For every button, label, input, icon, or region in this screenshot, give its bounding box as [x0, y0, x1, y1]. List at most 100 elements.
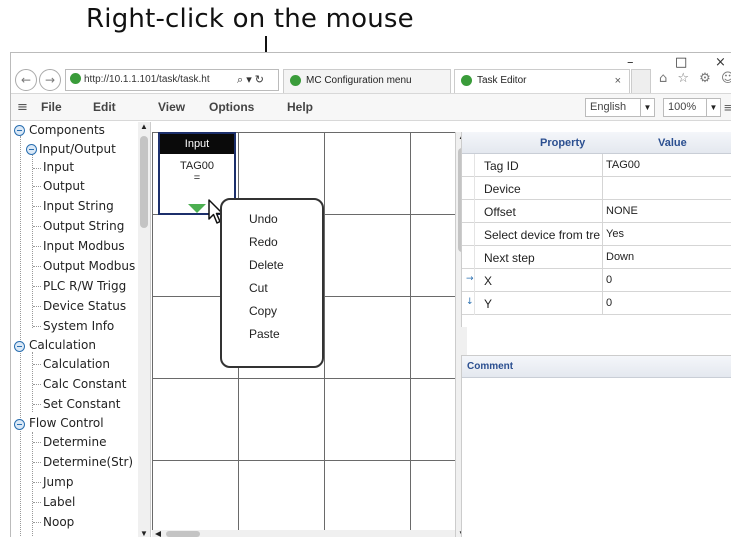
property-row[interactable]: Offset NONE [462, 200, 731, 223]
block-symbol: = [193, 172, 201, 184]
tree-scrollbar[interactable]: ▲ ▼ [138, 122, 150, 537]
tree-item-label[interactable]: Label [43, 495, 75, 509]
property-name: Tag ID [484, 159, 519, 173]
expand-icon[interactable]: → [466, 274, 474, 284]
tree-item-plc-rw-trigger[interactable]: PLC R/W Trigg [43, 279, 126, 293]
back-icon[interactable]: ← [15, 69, 37, 91]
folder-icon [26, 144, 37, 155]
tree-group-input-output[interactable]: Input/Output [39, 142, 116, 156]
tree-item-calc-constant[interactable]: Calc Constant [43, 377, 126, 391]
property-name: Next step [484, 251, 535, 265]
property-value[interactable]: Down [606, 251, 634, 263]
tree-item-output[interactable]: Output [43, 179, 85, 193]
context-menu-undo[interactable]: Undo [249, 212, 278, 226]
property-name: Select device from tre [484, 228, 600, 242]
property-value[interactable]: Yes [606, 228, 624, 240]
components-tree: Components Input/Output Input Output Inp… [11, 122, 151, 537]
scroll-up-icon[interactable]: ▲ [140, 122, 148, 131]
property-name: Y [484, 297, 493, 311]
tab-mc-configuration[interactable]: MC Configuration menu [283, 69, 451, 93]
tree-group-calculation[interactable]: Calculation [29, 338, 96, 352]
property-column-header[interactable]: Property [540, 137, 585, 149]
property-value[interactable]: NONE [606, 205, 638, 217]
menu-options[interactable]: Options [209, 100, 254, 114]
tree-connector [32, 352, 33, 412]
tab-label: MC Configuration menu [306, 75, 412, 86]
address-url: http://10.1.1.101/task/task.ht [84, 74, 210, 85]
property-value[interactable]: 0 [606, 274, 612, 286]
more-menu-icon[interactable]: ≡ [724, 100, 731, 115]
context-menu: Undo Redo Delete Cut Copy Paste [220, 198, 324, 368]
comment-header: Comment [462, 356, 731, 378]
tree-item-device-status[interactable]: Device Status [43, 299, 126, 313]
value-column-header[interactable]: Value [658, 137, 687, 149]
property-row[interactable]: Next step Down [462, 246, 731, 269]
property-row[interactable]: → X 0 [462, 269, 731, 292]
context-menu-delete[interactable]: Delete [249, 258, 284, 272]
tree-item-input[interactable]: Input [43, 160, 74, 174]
menu-edit[interactable]: Edit [93, 100, 116, 114]
tree-scroll-thumb[interactable] [140, 136, 148, 228]
zoom-value: 100% [668, 101, 697, 113]
tab-task-editor[interactable]: Task Editor × [454, 69, 630, 93]
tree-item-input-string[interactable]: Input String [43, 199, 114, 213]
property-row[interactable]: Device [462, 177, 731, 200]
browser-toolbar-icons[interactable]: ⌂ ☆ ⚙ ☺ [659, 71, 731, 86]
canvas-horizontal-scrollbar[interactable] [152, 530, 455, 537]
tree-connector [20, 136, 21, 537]
tree-root-components[interactable]: Components [29, 123, 105, 137]
scroll-down-icon[interactable]: ▼ [140, 529, 148, 537]
context-menu-redo[interactable]: Redo [249, 235, 278, 249]
context-menu-paste[interactable]: Paste [249, 327, 280, 341]
property-value[interactable]: TAG00 [606, 159, 640, 171]
browser-window: – □ × ← → http://10.1.1.101/task/task.ht… [10, 52, 731, 537]
tree-item-output-modbus[interactable]: Output Modbus [43, 259, 135, 273]
address-search-icon[interactable]: ⌕ ▾ ↻ [237, 70, 264, 90]
tree-item-calculation[interactable]: Calculation [43, 357, 110, 371]
block-title: Input [160, 134, 234, 154]
property-value[interactable]: 0 [606, 297, 612, 309]
close-window-button[interactable]: × [715, 55, 726, 70]
language-value: English [590, 101, 627, 113]
language-select[interactable]: English ▼ [585, 98, 655, 117]
tree-item-determine-str[interactable]: Determine(Str) [43, 455, 133, 469]
caption-text: Right-click on the mouse [86, 4, 414, 34]
address-bar[interactable]: http://10.1.1.101/task/task.ht ⌕ ▾ ↻ [65, 69, 279, 91]
menu-file[interactable]: File [41, 100, 62, 114]
tree-item-output-string[interactable]: Output String [43, 219, 124, 233]
chevron-down-icon: ▼ [706, 99, 720, 116]
forward-icon[interactable]: → [39, 69, 61, 91]
tab-close-icon[interactable]: × [615, 70, 621, 92]
tree-item-jump[interactable]: Jump [43, 475, 73, 489]
new-tab-button[interactable] [631, 69, 651, 93]
minimize-button[interactable]: – [627, 55, 634, 70]
maximize-button[interactable]: □ [675, 55, 687, 70]
browser-tab-bar: – □ × ← → http://10.1.1.101/task/task.ht… [11, 53, 731, 93]
tree-connector [32, 152, 33, 328]
property-row[interactable]: Tag ID TAG00 [462, 154, 731, 177]
folder-icon [14, 125, 25, 136]
menu-view[interactable]: View [158, 100, 185, 114]
context-menu-cut[interactable]: Cut [249, 281, 268, 295]
block-tag: TAG00 [179, 160, 215, 172]
property-name: X [484, 274, 493, 288]
tab-label: Task Editor [477, 75, 527, 86]
properties-grid: Property Value Tag ID TAG00 Device Offse… [461, 132, 731, 327]
property-row[interactable]: ↓ Y 0 [462, 292, 731, 315]
property-name: Device [484, 182, 521, 196]
hamburger-icon[interactable]: ≡ [17, 100, 28, 115]
menu-help[interactable]: Help [287, 100, 313, 114]
tree-group-flow-control[interactable]: Flow Control [29, 416, 104, 430]
folder-icon [14, 341, 25, 352]
property-row[interactable]: Select device from tre Yes [462, 223, 731, 246]
expand-icon[interactable]: ↓ [466, 297, 474, 307]
tree-item-set-constant[interactable]: Set Constant [43, 397, 120, 411]
tree-item-system-info[interactable]: System Info [43, 319, 114, 333]
tree-item-determine[interactable]: Determine [43, 435, 106, 449]
context-menu-copy[interactable]: Copy [249, 304, 277, 318]
tab-site-icon [461, 75, 472, 86]
zoom-select[interactable]: 100% ▼ [663, 98, 721, 117]
tree-item-noop[interactable]: Noop [43, 515, 74, 529]
tree-item-input-modbus[interactable]: Input Modbus [43, 239, 125, 253]
tab-site-icon [290, 75, 301, 86]
